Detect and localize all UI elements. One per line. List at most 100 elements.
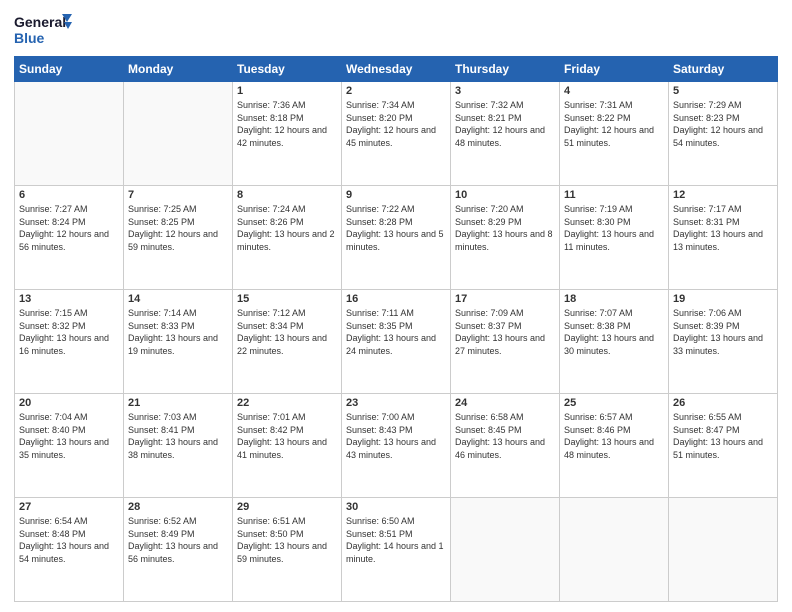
day-info: Sunrise: 7:25 AM Sunset: 8:25 PM Dayligh… xyxy=(128,203,228,253)
calendar-cell: 13Sunrise: 7:15 AM Sunset: 8:32 PM Dayli… xyxy=(15,290,124,394)
day-info: Sunrise: 7:00 AM Sunset: 8:43 PM Dayligh… xyxy=(346,411,446,461)
calendar-cell xyxy=(124,82,233,186)
svg-text:Blue: Blue xyxy=(14,30,45,46)
calendar-cell: 21 Sunrise: 7:03 AM Sunset: 8:41 PM Dayli… xyxy=(124,394,233,498)
day-info: Sunrise: 6:51 AM Sunset: 8:50 PM Dayligh… xyxy=(237,515,337,565)
day-number: 18 xyxy=(564,293,664,305)
day-number: 8 xyxy=(237,189,337,201)
day-info: Sunrise: 7:31 AM Sunset: 8:22 PM Dayligh… xyxy=(564,99,664,149)
day-info: Sunrise: 7:04 AM Sunset: 8:40 PM Dayligh… xyxy=(19,411,119,461)
day-number: 3 xyxy=(455,85,555,97)
day-header-monday: Monday xyxy=(124,57,233,82)
calendar-cell: 5Sunrise: 7:29 AM Sunset: 8:23 PM Daylig… xyxy=(669,82,778,186)
day-header-friday: Friday xyxy=(560,57,669,82)
day-number: 29 xyxy=(237,501,337,513)
day-info: Sunrise: 7:22 AM Sunset: 8:28 PM Dayligh… xyxy=(346,203,446,253)
day-info: Sunrise: 6:57 AM Sunset: 8:46 PM Dayligh… xyxy=(564,411,664,461)
calendar-cell: 23Sunrise: 7:00 AM Sunset: 8:43 PM Dayli… xyxy=(342,394,451,498)
day-number: 24 xyxy=(455,397,555,409)
calendar-cell xyxy=(669,498,778,602)
calendar-cell: 18 Sunrise: 7:07 AM Sunset: 8:38 PM Dayli… xyxy=(560,290,669,394)
calendar-cell: 4Sunrise: 7:31 AM Sunset: 8:22 PM Daylig… xyxy=(560,82,669,186)
day-info: Sunrise: 7:24 AM Sunset: 8:26 PM Dayligh… xyxy=(237,203,337,253)
day-number: 12 xyxy=(673,189,773,201)
day-header-thursday: Thursday xyxy=(451,57,560,82)
day-number: 2 xyxy=(346,85,446,97)
calendar-cell: 26 Sunrise: 6:55 AM Sunset: 8:47 PM Dayli… xyxy=(669,394,778,498)
day-info: Sunrise: 7:03 AM Sunset: 8:41 PM Dayligh… xyxy=(128,411,228,461)
day-number: 13 xyxy=(19,293,119,305)
calendar-cell: 27 Sunrise: 6:54 AM Sunset: 8:48 PM Dayli… xyxy=(15,498,124,602)
day-number: 7 xyxy=(128,189,228,201)
day-number: 25 xyxy=(564,397,664,409)
svg-text:General: General xyxy=(14,14,66,30)
page: GeneralBlue SundayMondayTuesdayWednesday… xyxy=(0,0,792,612)
day-number: 16 xyxy=(346,293,446,305)
calendar-cell: 1 Sunrise: 7:36 AM Sunset: 8:18 PM Daylig… xyxy=(233,82,342,186)
calendar-cell xyxy=(560,498,669,602)
logo-svg: GeneralBlue xyxy=(14,10,74,50)
calendar-cell: 30 Sunrise: 6:50 AM Sunset: 8:51 PM Dayli… xyxy=(342,498,451,602)
day-header-wednesday: Wednesday xyxy=(342,57,451,82)
day-number: 10 xyxy=(455,189,555,201)
day-header-saturday: Saturday xyxy=(669,57,778,82)
day-info: Sunrise: 6:50 AM Sunset: 8:51 PM Dayligh… xyxy=(346,515,446,565)
calendar-cell: 24Sunrise: 6:58 AM Sunset: 8:45 PM Dayli… xyxy=(451,394,560,498)
calendar-cell: 29 Sunrise: 6:51 AM Sunset: 8:50 PM Dayli… xyxy=(233,498,342,602)
day-info: Sunrise: 7:32 AM Sunset: 8:21 PM Dayligh… xyxy=(455,99,555,149)
calendar-cell: 10 Sunrise: 7:20 AM Sunset: 8:29 PM Dayli… xyxy=(451,186,560,290)
day-info: Sunrise: 7:36 AM Sunset: 8:18 PM Dayligh… xyxy=(237,99,337,149)
day-info: Sunrise: 7:19 AM Sunset: 8:30 PM Dayligh… xyxy=(564,203,664,253)
calendar-cell: 28Sunrise: 6:52 AM Sunset: 8:49 PM Dayli… xyxy=(124,498,233,602)
day-info: Sunrise: 7:17 AM Sunset: 8:31 PM Dayligh… xyxy=(673,203,773,253)
day-info: Sunrise: 7:07 AM Sunset: 8:38 PM Dayligh… xyxy=(564,307,664,357)
day-number: 21 xyxy=(128,397,228,409)
day-info: Sunrise: 7:09 AM Sunset: 8:37 PM Dayligh… xyxy=(455,307,555,357)
day-header-tuesday: Tuesday xyxy=(233,57,342,82)
calendar-cell: 16 Sunrise: 7:11 AM Sunset: 8:35 PM Dayli… xyxy=(342,290,451,394)
day-number: 14 xyxy=(128,293,228,305)
day-number: 28 xyxy=(128,501,228,513)
calendar-cell: 9 Sunrise: 7:22 AM Sunset: 8:28 PM Daylig… xyxy=(342,186,451,290)
calendar-cell: 8 Sunrise: 7:24 AM Sunset: 8:26 PM Daylig… xyxy=(233,186,342,290)
calendar-cell: 2 Sunrise: 7:34 AM Sunset: 8:20 PM Daylig… xyxy=(342,82,451,186)
day-number: 22 xyxy=(237,397,337,409)
calendar-cell xyxy=(15,82,124,186)
calendar-cell xyxy=(451,498,560,602)
calendar-cell: 11 Sunrise: 7:19 AM Sunset: 8:30 PM Dayli… xyxy=(560,186,669,290)
day-info: Sunrise: 7:14 AM Sunset: 8:33 PM Dayligh… xyxy=(128,307,228,357)
day-info: Sunrise: 7:11 AM Sunset: 8:35 PM Dayligh… xyxy=(346,307,446,357)
day-number: 11 xyxy=(564,189,664,201)
day-number: 15 xyxy=(237,293,337,305)
calendar-cell: 12 Sunrise: 7:17 AM Sunset: 8:31 PM Dayli… xyxy=(669,186,778,290)
day-number: 26 xyxy=(673,397,773,409)
day-number: 30 xyxy=(346,501,446,513)
day-number: 1 xyxy=(237,85,337,97)
calendar-cell: 3 Sunrise: 7:32 AM Sunset: 8:21 PM Daylig… xyxy=(451,82,560,186)
calendar-cell: 20 Sunrise: 7:04 AM Sunset: 8:40 PM Dayli… xyxy=(15,394,124,498)
calendar-cell: 6 Sunrise: 7:27 AM Sunset: 8:24 PM Daylig… xyxy=(15,186,124,290)
calendar-cell: 25 Sunrise: 6:57 AM Sunset: 8:46 PM Dayli… xyxy=(560,394,669,498)
calendar-cell: 17 Sunrise: 7:09 AM Sunset: 8:37 PM Dayli… xyxy=(451,290,560,394)
logo: GeneralBlue xyxy=(14,10,74,50)
day-info: Sunrise: 7:27 AM Sunset: 8:24 PM Dayligh… xyxy=(19,203,119,253)
day-header-sunday: Sunday xyxy=(15,57,124,82)
day-info: Sunrise: 6:54 AM Sunset: 8:48 PM Dayligh… xyxy=(19,515,119,565)
day-number: 19 xyxy=(673,293,773,305)
day-number: 27 xyxy=(19,501,119,513)
day-number: 17 xyxy=(455,293,555,305)
day-number: 20 xyxy=(19,397,119,409)
header: GeneralBlue xyxy=(14,10,778,50)
day-info: Sunrise: 7:29 AM Sunset: 8:23 PM Dayligh… xyxy=(673,99,773,149)
calendar-cell: 22 Sunrise: 7:01 AM Sunset: 8:42 PM Dayli… xyxy=(233,394,342,498)
day-info: Sunrise: 7:20 AM Sunset: 8:29 PM Dayligh… xyxy=(455,203,555,253)
calendar-cell: 7 Sunrise: 7:25 AM Sunset: 8:25 PM Daylig… xyxy=(124,186,233,290)
day-info: Sunrise: 7:01 AM Sunset: 8:42 PM Dayligh… xyxy=(237,411,337,461)
day-info: Sunrise: 6:55 AM Sunset: 8:47 PM Dayligh… xyxy=(673,411,773,461)
calendar-cell: 14 Sunrise: 7:14 AM Sunset: 8:33 PM Dayli… xyxy=(124,290,233,394)
day-info: Sunrise: 7:34 AM Sunset: 8:20 PM Dayligh… xyxy=(346,99,446,149)
calendar-header-row: SundayMondayTuesdayWednesdayThursdayFrid… xyxy=(15,57,778,82)
day-number: 6 xyxy=(19,189,119,201)
calendar-cell: 15Sunrise: 7:12 AM Sunset: 8:34 PM Dayli… xyxy=(233,290,342,394)
day-number: 9 xyxy=(346,189,446,201)
